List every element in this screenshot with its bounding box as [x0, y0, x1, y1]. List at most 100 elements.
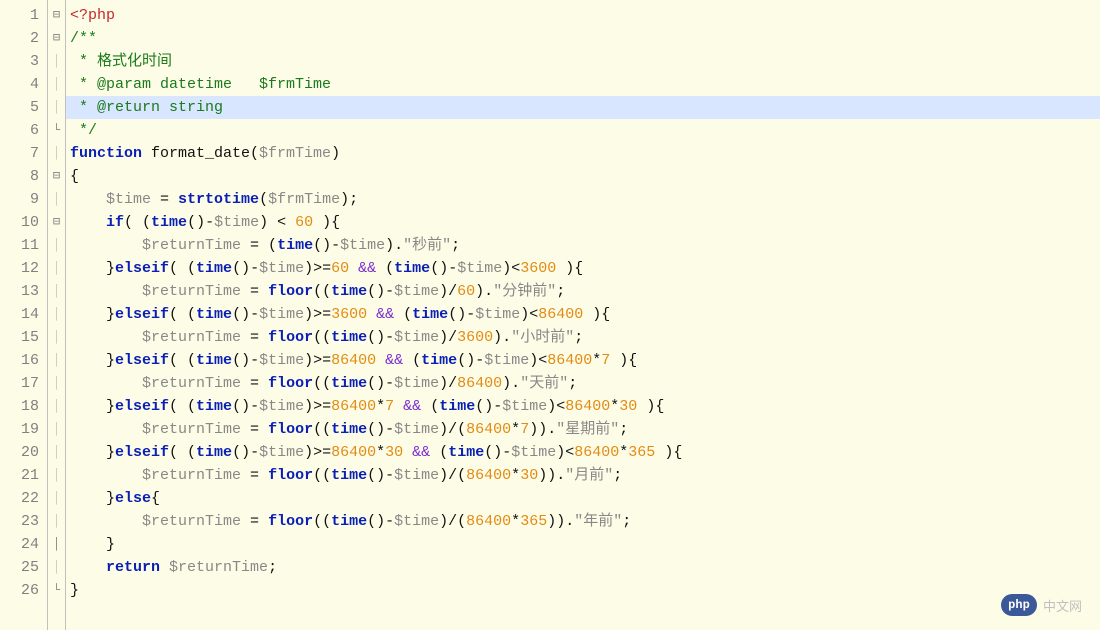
code-line[interactable]: /**	[70, 27, 1100, 50]
line-number: 26	[0, 579, 47, 602]
fold-marker[interactable]: ⊟	[48, 27, 65, 50]
code-token: (	[421, 398, 439, 415]
fold-marker: │	[48, 96, 65, 119]
line-number: 10	[0, 211, 47, 234]
code-line[interactable]: }	[70, 579, 1100, 602]
fold-marker: │	[48, 464, 65, 487]
code-token: ()-	[430, 260, 457, 277]
code-line[interactable]: * 格式化时间	[70, 50, 1100, 73]
code-token: }	[70, 536, 115, 553]
code-line[interactable]: $returnTime = floor((time()-$time)/(8640…	[70, 464, 1100, 487]
line-number: 13	[0, 280, 47, 303]
fold-marker: │	[48, 188, 65, 211]
fold-marker: │	[48, 142, 65, 165]
code-area[interactable]: <?php /** * 格式化时间 * @param datetime $frmT…	[66, 0, 1100, 630]
line-number: 6	[0, 119, 47, 142]
code-line[interactable]: }elseif( (time()-$time)>=86400*7 && (tim…	[70, 395, 1100, 418]
code-token: 86400	[547, 352, 592, 369]
code-line[interactable]: * @return string	[66, 96, 1100, 119]
code-token: time	[412, 306, 448, 323]
fold-marker[interactable]: ⊟	[48, 4, 65, 27]
code-token: $returnTime	[142, 283, 241, 300]
code-line[interactable]: $returnTime = floor((time()-$time)/3600)…	[70, 326, 1100, 349]
code-token: 86400	[331, 398, 376, 415]
fold-marker: │	[48, 395, 65, 418]
code-token: /**	[70, 30, 97, 47]
code-token: $time	[259, 444, 304, 461]
code-line[interactable]: $returnTime = floor((time()-$time)/(8640…	[70, 418, 1100, 441]
line-number: 23	[0, 510, 47, 533]
code-line[interactable]: }elseif( (time()-$time)>=60 && (time()-$…	[70, 257, 1100, 280]
code-token: 86400	[565, 398, 610, 415]
code-token: }	[70, 398, 115, 415]
code-token: }	[70, 352, 115, 369]
code-line[interactable]: $returnTime = floor((time()-$time)/86400…	[70, 372, 1100, 395]
code-token: ((	[313, 375, 331, 392]
code-line[interactable]: {	[70, 165, 1100, 188]
code-line[interactable]: function format_date($frmTime)	[70, 142, 1100, 165]
code-line[interactable]: */	[70, 119, 1100, 142]
code-token: ){	[637, 398, 664, 415]
line-number: 17	[0, 372, 47, 395]
code-line[interactable]: * @param datetime $frmTime	[70, 73, 1100, 96]
code-line[interactable]: return $returnTime;	[70, 556, 1100, 579]
code-token: ){	[313, 214, 340, 231]
code-token: )>=	[304, 306, 331, 323]
code-token: ()-	[313, 237, 340, 254]
code-token: ((	[313, 513, 331, 530]
fold-marker[interactable]: ⊟	[48, 211, 65, 234]
code-token: *	[619, 444, 628, 461]
code-token: $time	[394, 513, 439, 530]
code-token: 60	[295, 214, 313, 231]
code-token: )>=	[304, 398, 331, 415]
code-token: &&	[358, 260, 376, 277]
code-line[interactable]: }elseif( (time()-$time)>=3600 && (time()…	[70, 303, 1100, 326]
code-line[interactable]: $returnTime = (time()-$time)."秒前";	[70, 234, 1100, 257]
code-token: time	[196, 352, 232, 369]
code-line[interactable]: $time = strtotime($frmTime);	[70, 188, 1100, 211]
code-line[interactable]: }	[70, 533, 1100, 556]
fold-marker[interactable]: ⊟	[48, 165, 65, 188]
code-token: }	[70, 306, 115, 323]
code-line[interactable]: $returnTime = floor((time()-$time)/60)."…	[70, 280, 1100, 303]
fold-marker: │	[48, 349, 65, 372]
code-token: format_date(	[142, 145, 259, 162]
code-token: (	[259, 191, 268, 208]
code-token: )/(	[439, 467, 466, 484]
line-number: 1	[0, 4, 47, 27]
line-number: 7	[0, 142, 47, 165]
code-token: time	[151, 214, 187, 231]
code-token	[70, 237, 142, 254]
code-token: floor	[268, 467, 313, 484]
logo-text: 中文网	[1043, 596, 1082, 615]
fold-marker: │	[48, 556, 65, 579]
line-number: 16	[0, 349, 47, 372]
code-token: 30	[520, 467, 538, 484]
code-token	[70, 214, 106, 231]
code-token: floor	[268, 329, 313, 346]
code-token: )/	[439, 283, 457, 300]
code-token: ).	[385, 237, 403, 254]
code-token: *	[376, 398, 385, 415]
code-token: "秒前"	[403, 237, 451, 254]
code-token: ).	[475, 283, 493, 300]
code-token: *	[511, 421, 520, 438]
code-line[interactable]: }elseif( (time()-$time)>=86400*30 && (ti…	[70, 441, 1100, 464]
code-token: $time	[340, 237, 385, 254]
code-line[interactable]: <?php	[70, 4, 1100, 27]
code-token: $time	[394, 329, 439, 346]
code-token: $time	[475, 306, 520, 323]
code-line[interactable]: $returnTime = floor((time()-$time)/(8640…	[70, 510, 1100, 533]
line-number: 5	[0, 96, 47, 119]
code-token: )>=	[304, 444, 331, 461]
code-token: $returnTime	[142, 513, 241, 530]
code-token: * 格式化时间	[70, 53, 172, 70]
code-line[interactable]: }elseif( (time()-$time)>=86400 && (time(…	[70, 349, 1100, 372]
code-token: )/	[439, 329, 457, 346]
code-line[interactable]: }else{	[70, 487, 1100, 510]
code-token: =	[241, 513, 268, 530]
code-line[interactable]: if( (time()-$time) < 60 ){	[70, 211, 1100, 234]
code-token	[367, 306, 376, 323]
code-token: 86400	[331, 352, 376, 369]
code-token	[70, 191, 106, 208]
